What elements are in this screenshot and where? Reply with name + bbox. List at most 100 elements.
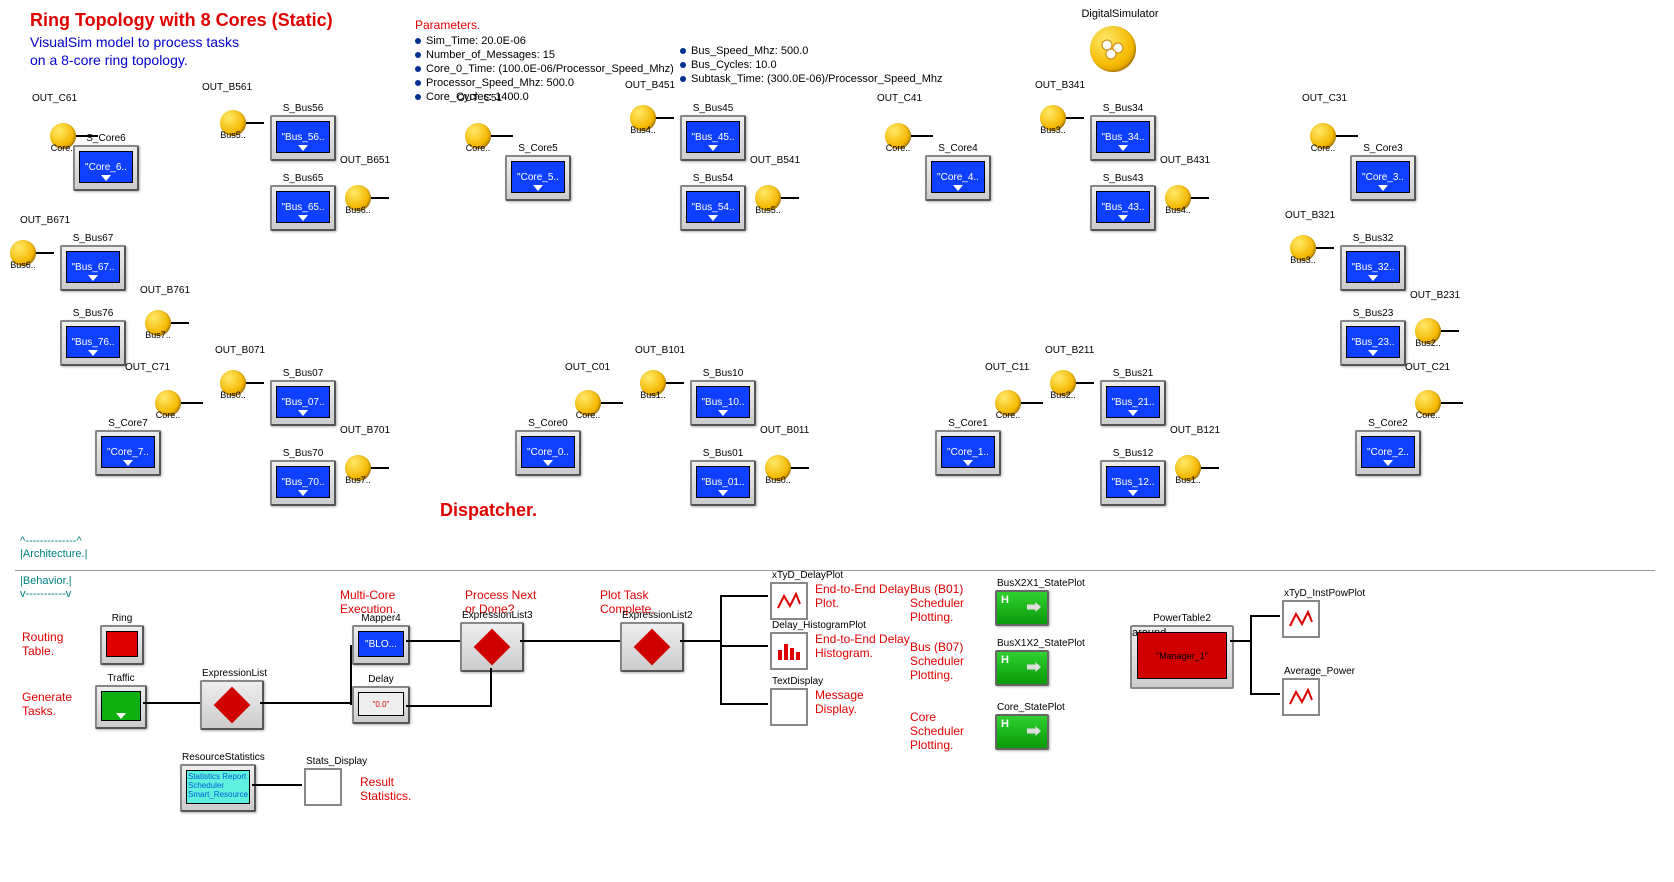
sim-block-S_Bus65[interactable]: S_Bus65"Bus_65.. xyxy=(270,185,336,231)
port-label: OUT_B761 xyxy=(140,285,190,296)
sim-block-S_Core7[interactable]: S_Core7"Core_7.. xyxy=(95,430,161,476)
sim-block-S_Core4[interactable]: S_Core4"Core_4.. xyxy=(925,155,991,201)
port-orb[interactable]: Bus3.. xyxy=(1290,235,1316,261)
power-table-label: PowerTable2 xyxy=(1132,613,1232,624)
port-orb[interactable]: Bus7.. xyxy=(145,310,171,336)
sim-block-label: S_Bus07 xyxy=(272,368,334,379)
port-orb[interactable]: Bus2.. xyxy=(1415,318,1441,344)
port-orb[interactable]: Bus5.. xyxy=(220,110,246,136)
port-orb[interactable]: Bus0.. xyxy=(765,455,791,481)
sim-block-S_Bus07[interactable]: S_Bus07"Bus_07.. xyxy=(270,380,336,426)
param-item: Bus_Cycles: 10.0 xyxy=(680,58,943,72)
traffic-label: Traffic xyxy=(97,673,145,684)
sim-block-S_Core0[interactable]: S_Core0"Core_0.. xyxy=(515,430,581,476)
port-orb[interactable]: Bus7.. xyxy=(345,455,371,481)
port-orb[interactable]: Bus6.. xyxy=(345,185,371,211)
ring-block[interactable]: Ring xyxy=(100,625,144,665)
stats-display-label: Stats_Display xyxy=(306,756,340,767)
port-label: OUT_B071 xyxy=(215,345,265,356)
digital-simulator-icon[interactable] xyxy=(1090,26,1136,72)
stats-display-block[interactable]: Stats_Display xyxy=(304,768,342,806)
sim-block-label: S_Core0 xyxy=(517,418,579,429)
port-orb[interactable]: Core.. xyxy=(885,123,911,149)
core-state-block[interactable]: Core_StatePlot xyxy=(995,714,1049,750)
generate-tasks-label: Generate Tasks. xyxy=(22,690,72,718)
expressionlist2-block[interactable]: ExpressionList2 xyxy=(620,622,684,672)
mapper-block[interactable]: Mapper4 "BLO... xyxy=(352,625,410,665)
sim-block-label: S_Bus01 xyxy=(692,448,754,459)
port-label: OUT_B671 xyxy=(20,215,70,226)
port-orb-text: Bus1.. xyxy=(1175,475,1201,485)
port-orb-text: Bus1.. xyxy=(640,390,666,400)
sim-block-S_Core2[interactable]: S_Core2"Core_2.. xyxy=(1355,430,1421,476)
mapper-label: Mapper4 xyxy=(354,613,408,624)
port-label: OUT_B011 xyxy=(760,425,809,436)
sim-block-S_Bus45[interactable]: S_Bus45"Bus_45.. xyxy=(680,115,746,161)
sim-block-label: S_Bus34 xyxy=(1092,103,1154,114)
sim-block-S_Bus76[interactable]: S_Bus76"Bus_76.. xyxy=(60,320,126,366)
port-orb[interactable]: Core.. xyxy=(1415,390,1441,416)
port-orb[interactable]: Bus4.. xyxy=(1165,185,1191,211)
power-table-block[interactable]: around PowerTable2 "Manager_1" xyxy=(1130,625,1234,689)
port-orb[interactable]: Bus4.. xyxy=(630,105,656,131)
inst-pow-block[interactable]: xTyD_InstPowPlot xyxy=(1282,600,1320,638)
delay-block[interactable]: Delay "0.0" xyxy=(352,686,410,724)
multicore-label: Multi-Core Execution. xyxy=(340,588,396,616)
port-orb[interactable]: Bus1.. xyxy=(640,370,666,396)
routing-table-label: Routing Table. xyxy=(22,630,63,658)
sim-block-S_Bus56[interactable]: S_Bus56"Bus_56.. xyxy=(270,115,336,161)
busx1x2-block[interactable]: BusX1X2_StatePlot xyxy=(995,650,1049,686)
port-orb[interactable]: Core.. xyxy=(575,390,601,416)
expressionlist3-block[interactable]: ExpressionList3 xyxy=(460,622,524,672)
port-orb[interactable]: Core.. xyxy=(155,390,181,416)
expressionlist-block[interactable]: ExpressionList xyxy=(200,680,264,730)
sim-block-S_Core3[interactable]: S_Core3"Core_3.. xyxy=(1350,155,1416,201)
delay-plot-block[interactable]: xTyD_DelayPlot xyxy=(770,582,808,620)
text-display-block[interactable]: TextDisplay xyxy=(770,688,808,726)
sim-block-S_Bus43[interactable]: S_Bus43"Bus_43.. xyxy=(1090,185,1156,231)
sim-block-S_Bus70[interactable]: S_Bus70"Bus_70.. xyxy=(270,460,336,506)
sim-block-S_Core1[interactable]: S_Core1"Core_1.. xyxy=(935,430,1001,476)
ring-label: Ring xyxy=(102,613,142,624)
resource-stats-block[interactable]: ResourceStatistics Statistics Report Sch… xyxy=(180,764,256,812)
port-label: OUT_C11 xyxy=(985,362,1029,373)
sim-block-S_Bus67[interactable]: S_Bus67"Bus_67.. xyxy=(60,245,126,291)
delay-plot-label: xTyD_DelayPlot xyxy=(772,570,806,581)
port-orb-text: Bus5.. xyxy=(755,205,781,215)
port-orb[interactable]: Core.. xyxy=(1310,123,1336,149)
sim-block-S_Bus34[interactable]: S_Bus34"Bus_34.. xyxy=(1090,115,1156,161)
sim-block-label: S_Bus70 xyxy=(272,448,334,459)
inst-pow-label: xTyD_InstPowPlot xyxy=(1284,588,1318,599)
sim-block-S_Bus01[interactable]: S_Bus01"Bus_01.. xyxy=(690,460,756,506)
sim-block-label: S_Bus43 xyxy=(1092,173,1154,184)
arch-marker-top: ^--------------^ xyxy=(20,535,82,547)
traffic-block[interactable]: Traffic xyxy=(95,685,147,729)
sim-block-S_Bus23[interactable]: S_Bus23"Bus_23.. xyxy=(1340,320,1406,366)
sim-block-S_Bus21[interactable]: S_Bus21"Bus_21.. xyxy=(1100,380,1166,426)
port-orb[interactable]: Bus3.. xyxy=(1040,105,1066,131)
avg-pow-block[interactable]: Average_Power xyxy=(1282,678,1320,716)
sim-block-S_Bus32[interactable]: S_Bus32"Bus_32.. xyxy=(1340,245,1406,291)
parameters-heading: Parameters. xyxy=(415,18,480,32)
port-orb[interactable]: Bus1.. xyxy=(1175,455,1201,481)
port-orb[interactable]: Core.. xyxy=(995,390,1021,416)
port-orb[interactable]: Core.. xyxy=(465,123,491,149)
busx2x1-block[interactable]: BusX2X1_StatePlot xyxy=(995,590,1049,626)
sim-block-S_Bus10[interactable]: S_Bus10"Bus_10.. xyxy=(690,380,756,426)
subtitle-2: on a 8-core ring topology. xyxy=(30,52,188,68)
sim-block-S_Core5[interactable]: S_Core5"Core_5.. xyxy=(505,155,571,201)
port-orb[interactable]: Bus6.. xyxy=(10,240,36,266)
port-orb[interactable]: Bus0.. xyxy=(220,370,246,396)
port-label: OUT_B561 xyxy=(202,82,252,93)
port-orb[interactable]: Bus5.. xyxy=(755,185,781,211)
port-orb-text: Core.. xyxy=(1311,143,1336,153)
port-orb[interactable]: Bus2.. xyxy=(1050,370,1076,396)
port-orb-text: Core.. xyxy=(51,143,76,153)
histogram-plot-block[interactable]: Delay_HistogramPlot xyxy=(770,632,808,670)
sim-block-label: S_Core1 xyxy=(937,418,999,429)
port-orb[interactable]: Core.. xyxy=(50,123,76,149)
sim-block-S_Core6[interactable]: S_Core6"Core_6.. xyxy=(73,145,139,191)
sim-block-S_Bus54[interactable]: S_Bus54"Bus_54.. xyxy=(680,185,746,231)
sim-block-S_Bus12[interactable]: S_Bus12"Bus_12.. xyxy=(1100,460,1166,506)
resource-stats-text: Statistics Report Scheduler Smart_Resour… xyxy=(186,770,250,804)
